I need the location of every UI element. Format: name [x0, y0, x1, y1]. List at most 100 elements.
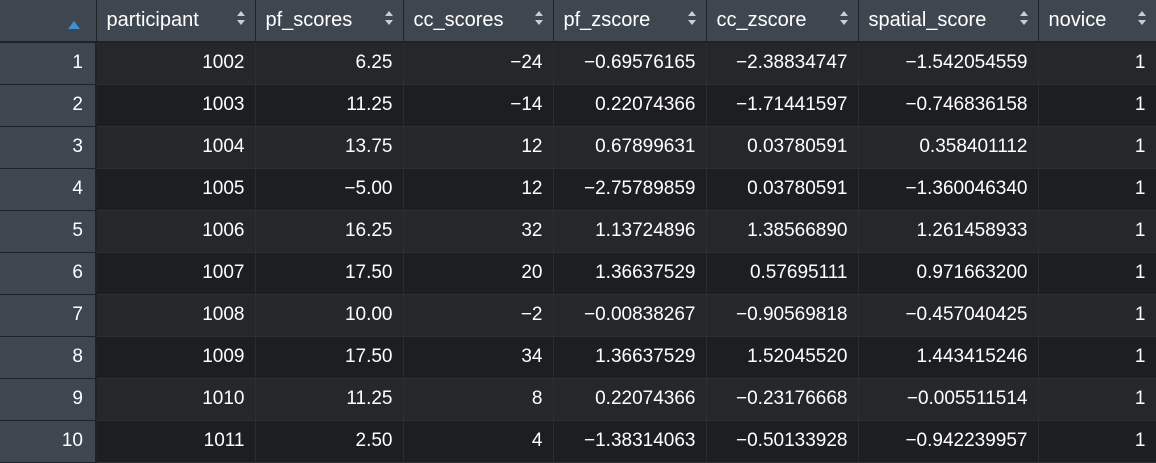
cell-participant[interactable]: 1005 — [96, 168, 256, 211]
cell-cc-zscore[interactable]: −2.38834747 — [706, 42, 859, 85]
cell-cc-zscore[interactable]: −1.71441597 — [706, 84, 859, 127]
cell-novice[interactable]: 1 — [1038, 294, 1156, 337]
cell-novice[interactable]: 1 — [1038, 84, 1156, 127]
cell-novice[interactable]: 1 — [1038, 378, 1156, 421]
cell-participant[interactable]: 1002 — [96, 42, 256, 85]
row-number: 9 — [0, 378, 97, 421]
cell-novice[interactable]: 1 — [1038, 336, 1156, 379]
cell-spatial-score[interactable]: 1.261458933 — [858, 210, 1039, 253]
cell-cc-scores[interactable]: 12 — [403, 168, 554, 211]
sort-toggle-icon[interactable] — [839, 9, 849, 27]
cell-cc-zscore[interactable]: 0.03780591 — [706, 168, 859, 211]
cell-spatial-score[interactable]: −0.457040425 — [858, 294, 1039, 337]
cell-pf-scores[interactable]: 11.25 — [255, 84, 404, 127]
column-header-spatial-score[interactable]: spatial_score — [858, 0, 1039, 43]
sort-toggle-icon[interactable] — [384, 9, 394, 27]
table-row[interactable]: 9 1010 11.25 8 0.22074366 −0.23176668 −0… — [0, 378, 1156, 421]
column-header-participant[interactable]: participant — [96, 0, 256, 43]
sort-toggle-icon[interactable] — [1137, 9, 1147, 27]
sort-toggle-icon[interactable] — [687, 9, 697, 27]
cell-cc-scores[interactable]: −24 — [403, 42, 554, 85]
cell-pf-scores[interactable]: 16.25 — [255, 210, 404, 253]
cell-cc-scores[interactable]: −2 — [403, 294, 554, 337]
cell-novice[interactable]: 1 — [1038, 252, 1156, 295]
cell-participant[interactable]: 1004 — [96, 126, 256, 169]
cell-participant[interactable]: 1010 — [96, 378, 256, 421]
cell-cc-scores[interactable]: 4 — [403, 420, 554, 463]
cell-pf-scores[interactable]: 11.25 — [255, 378, 404, 421]
cell-pf-scores[interactable]: −5.00 — [255, 168, 404, 211]
cell-pf-zscore[interactable]: −0.69576165 — [553, 42, 707, 85]
cell-participant[interactable]: 1008 — [96, 294, 256, 337]
cell-cc-scores[interactable]: −14 — [403, 84, 554, 127]
cell-pf-zscore[interactable]: −0.00838267 — [553, 294, 707, 337]
row-index-header[interactable] — [0, 0, 97, 43]
cell-cc-zscore[interactable]: 0.03780591 — [706, 126, 859, 169]
cell-novice[interactable]: 1 — [1038, 42, 1156, 85]
sort-toggle-icon[interactable] — [236, 9, 246, 27]
column-header-cc-zscore[interactable]: cc_zscore — [706, 0, 859, 43]
cell-pf-zscore[interactable]: 1.36637529 — [553, 252, 707, 295]
cell-cc-zscore[interactable]: −0.50133928 — [706, 420, 859, 463]
cell-pf-scores[interactable]: 10.00 — [255, 294, 404, 337]
cell-pf-zscore[interactable]: 0.22074366 — [553, 84, 707, 127]
column-header-novice[interactable]: novice — [1038, 0, 1156, 43]
column-header-pf-zscore[interactable]: pf_zscore — [553, 0, 707, 43]
column-header-label: spatial_score — [868, 9, 987, 31]
cell-pf-zscore[interactable]: 1.13724896 — [553, 210, 707, 253]
table-row[interactable]: 10 1011 2.50 4 −1.38314063 −0.50133928 −… — [0, 420, 1156, 463]
cell-pf-zscore[interactable]: −2.75789859 — [553, 168, 707, 211]
column-header-pf-scores[interactable]: pf_scores — [255, 0, 404, 43]
cell-spatial-score[interactable]: −0.005511514 — [858, 378, 1039, 421]
cell-pf-zscore[interactable]: −1.38314063 — [553, 420, 707, 463]
cell-novice[interactable]: 1 — [1038, 210, 1156, 253]
cell-cc-scores[interactable]: 32 — [403, 210, 554, 253]
table-row[interactable]: 3 1004 13.75 12 0.67899631 0.03780591 0.… — [0, 126, 1156, 169]
table-row[interactable]: 7 1008 10.00 −2 −0.00838267 −0.90569818 … — [0, 294, 1156, 337]
cell-spatial-score[interactable]: −0.942239957 — [858, 420, 1039, 463]
cell-pf-scores[interactable]: 17.50 — [255, 252, 404, 295]
sort-ascending-icon[interactable] — [68, 12, 80, 35]
cell-novice[interactable]: 1 — [1038, 126, 1156, 169]
cell-spatial-score[interactable]: −1.542054559 — [858, 42, 1039, 85]
cell-cc-scores[interactable]: 20 — [403, 252, 554, 295]
cell-cc-zscore[interactable]: 1.52045520 — [706, 336, 859, 379]
cell-participant[interactable]: 1003 — [96, 84, 256, 127]
table-row[interactable]: 4 1005 −5.00 12 −2.75789859 0.03780591 −… — [0, 168, 1156, 211]
column-header-label: pf_zscore — [563, 9, 651, 31]
cell-cc-scores[interactable]: 8 — [403, 378, 554, 421]
cell-spatial-score[interactable]: 0.971663200 — [858, 252, 1039, 295]
sort-toggle-icon[interactable] — [1019, 9, 1029, 27]
cell-participant[interactable]: 1009 — [96, 336, 256, 379]
cell-spatial-score[interactable]: −0.746836158 — [858, 84, 1039, 127]
table-row[interactable]: 1 1002 6.25 −24 −0.69576165 −2.38834747 … — [0, 42, 1156, 85]
cell-pf-zscore[interactable]: 1.36637529 — [553, 336, 707, 379]
table-row[interactable]: 8 1009 17.50 34 1.36637529 1.52045520 1.… — [0, 336, 1156, 379]
cell-pf-scores[interactable]: 2.50 — [255, 420, 404, 463]
sort-toggle-icon[interactable] — [534, 9, 544, 27]
cell-cc-scores[interactable]: 12 — [403, 126, 554, 169]
cell-pf-scores[interactable]: 13.75 — [255, 126, 404, 169]
cell-participant[interactable]: 1007 — [96, 252, 256, 295]
table-row[interactable]: 6 1007 17.50 20 1.36637529 0.57695111 0.… — [0, 252, 1156, 295]
cell-cc-scores[interactable]: 34 — [403, 336, 554, 379]
cell-cc-zscore[interactable]: −0.23176668 — [706, 378, 859, 421]
cell-spatial-score[interactable]: −1.360046340 — [858, 168, 1039, 211]
column-header-cc-scores[interactable]: cc_scores — [403, 0, 554, 43]
row-number: 4 — [0, 168, 97, 211]
cell-participant[interactable]: 1006 — [96, 210, 256, 253]
cell-spatial-score[interactable]: 0.358401112 — [858, 126, 1039, 169]
cell-cc-zscore[interactable]: 0.57695111 — [706, 252, 859, 295]
cell-pf-scores[interactable]: 6.25 — [255, 42, 404, 85]
cell-pf-zscore[interactable]: 0.67899631 — [553, 126, 707, 169]
cell-cc-zscore[interactable]: −0.90569818 — [706, 294, 859, 337]
table-row[interactable]: 5 1006 16.25 32 1.13724896 1.38566890 1.… — [0, 210, 1156, 253]
table-row[interactable]: 2 1003 11.25 −14 0.22074366 −1.71441597 … — [0, 84, 1156, 127]
cell-novice[interactable]: 1 — [1038, 168, 1156, 211]
cell-participant[interactable]: 1011 — [96, 420, 256, 463]
cell-novice[interactable]: 1 — [1038, 420, 1156, 463]
cell-cc-zscore[interactable]: 1.38566890 — [706, 210, 859, 253]
cell-spatial-score[interactable]: 1.443415246 — [858, 336, 1039, 379]
cell-pf-scores[interactable]: 17.50 — [255, 336, 404, 379]
cell-pf-zscore[interactable]: 0.22074366 — [553, 378, 707, 421]
